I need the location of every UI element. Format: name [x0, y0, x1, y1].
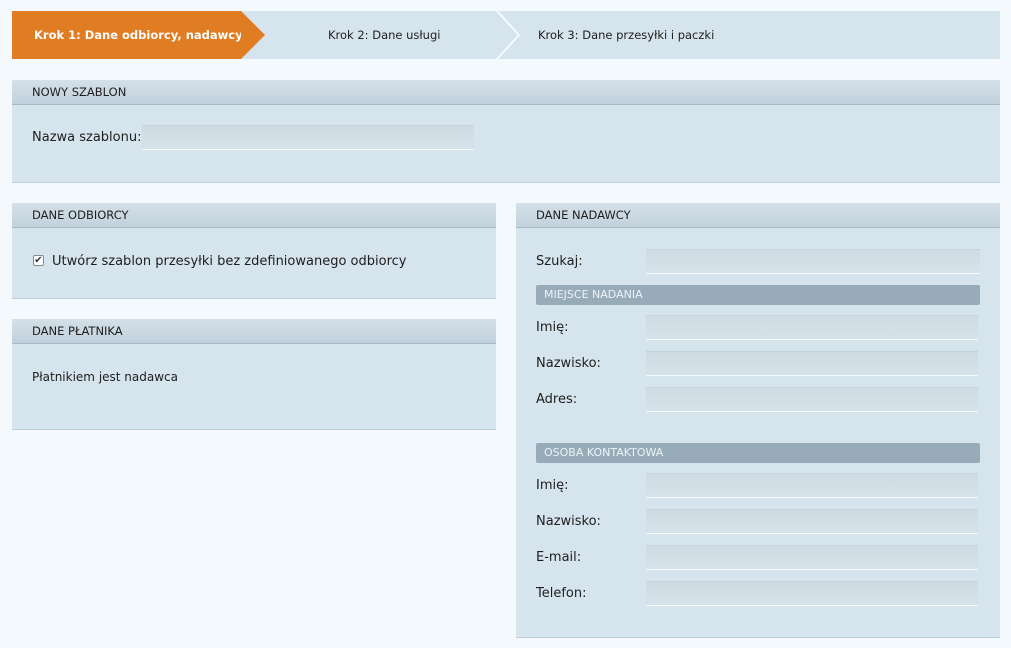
template-name-label: Nazwa szablonu: — [32, 130, 142, 145]
step-1-tab[interactable]: Krok 1: Dane odbiorcy, nadawcy, — [12, 11, 246, 59]
step-2-label: Krok 2: Dane usługi — [328, 28, 441, 42]
contact-phone-label: Telefon: — [536, 586, 587, 601]
no-recipient-checkbox-label[interactable]: Utwórz szablon przesyłki bez zdefiniowan… — [52, 254, 406, 269]
contact-last-name-label: Nazwisko: — [536, 514, 601, 529]
payer-panel: DANE PŁATNIKA Płatnikiem jest nadawca — [12, 319, 496, 430]
check-icon: ✔ — [34, 255, 43, 266]
contact-email-label: E-mail: — [536, 550, 582, 565]
contact-last-name-input[interactable] — [646, 509, 978, 534]
step-1-arrow — [241, 11, 265, 59]
template-name-input[interactable] — [142, 125, 474, 150]
wizard-steps: Krok 1: Dane odbiorcy, nadawcy, Krok 2: … — [12, 11, 1000, 59]
payer-text: Płatnikiem jest nadawca — [32, 370, 178, 384]
place-address-label: Adres: — [536, 392, 578, 407]
sender-panel: DANE NADAWCY Szukaj: MIEJSCE NADANIA Imi… — [516, 203, 1000, 638]
step-3-tab[interactable]: Krok 3: Dane przesyłki i paczki — [538, 11, 714, 59]
place-address-input[interactable] — [646, 387, 978, 412]
panel-header: DANE ODBIORCY — [12, 203, 496, 228]
new-template-panel: NOWY SZABLON Nazwa szablonu: — [12, 80, 1000, 183]
contact-first-name-input[interactable] — [646, 473, 978, 498]
place-last-name-label: Nazwisko: — [536, 356, 601, 371]
place-section-header: MIEJSCE NADANIA — [536, 285, 980, 305]
place-first-name-label: Imię: — [536, 320, 569, 335]
panel-header: DANE NADAWCY — [516, 203, 1000, 228]
contact-section-header: OSOBA KONTAKTOWA — [536, 443, 980, 463]
panel-header: NOWY SZABLON — [12, 80, 1000, 105]
no-recipient-checkbox[interactable]: ✔ — [33, 255, 44, 266]
place-first-name-input[interactable] — [646, 315, 978, 340]
contact-email-input[interactable] — [646, 545, 978, 570]
panel-header: DANE PŁATNIKA — [12, 319, 496, 344]
step-3-label: Krok 3: Dane przesyłki i paczki — [538, 28, 715, 42]
step-separator-icon — [496, 11, 521, 59]
step-2-tab[interactable]: Krok 2: Dane usługi — [328, 11, 440, 59]
place-last-name-input[interactable] — [646, 351, 978, 376]
contact-first-name-label: Imię: — [536, 478, 569, 493]
recipient-panel: DANE ODBIORCY ✔ Utwórz szablon przesyłki… — [12, 203, 496, 299]
contact-phone-input[interactable] — [646, 581, 978, 606]
search-label: Szukaj: — [536, 254, 583, 269]
search-input[interactable] — [646, 249, 980, 274]
step-1-label: Krok 1: Dane odbiorcy, nadawcy, — [34, 28, 247, 42]
